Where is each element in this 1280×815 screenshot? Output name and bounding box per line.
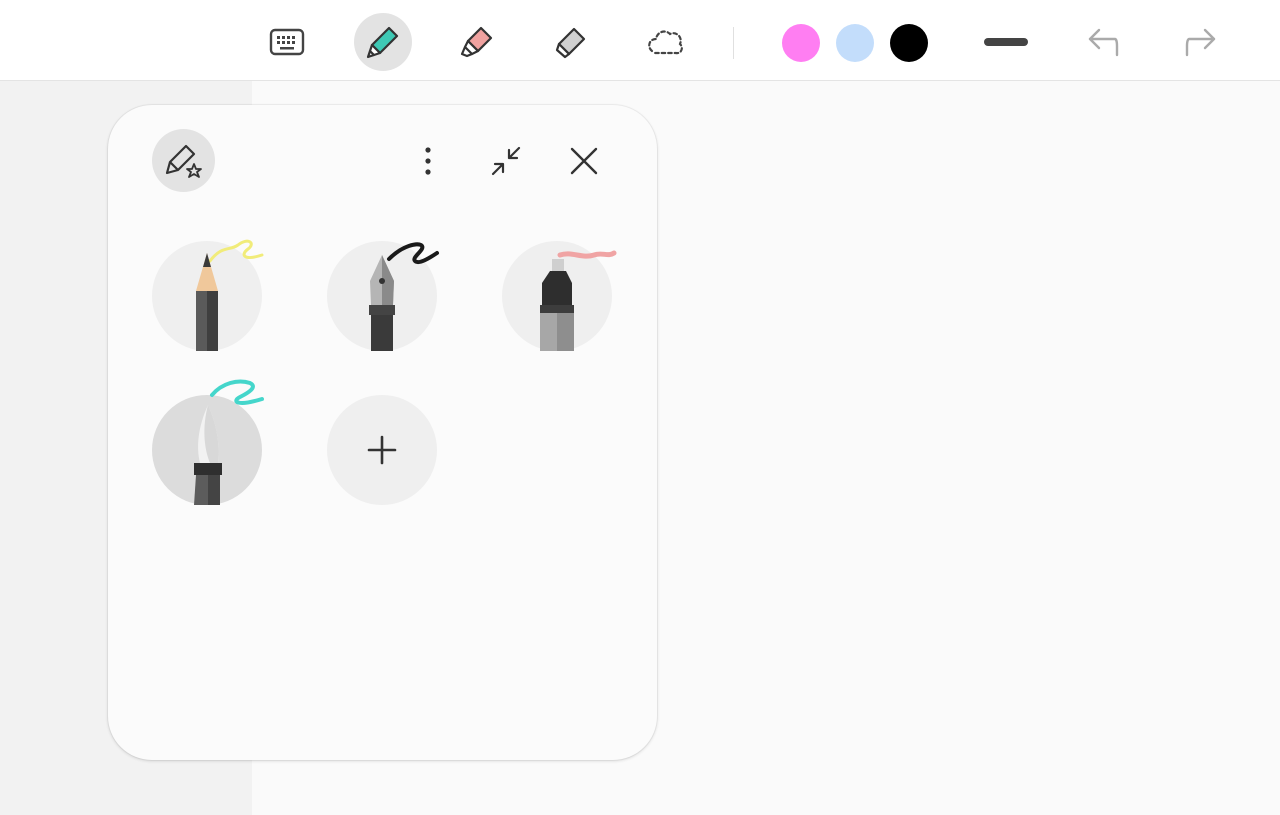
more-options-button[interactable] — [414, 141, 442, 181]
color-swatch-black[interactable] — [890, 24, 928, 62]
pen-icon — [366, 26, 399, 59]
pen-option-marker[interactable] — [502, 241, 617, 351]
lasso-tool-button[interactable] — [637, 13, 695, 71]
color-swatch-pink[interactable] — [782, 24, 820, 62]
collapse-button[interactable] — [486, 141, 526, 181]
toolbar-divider — [733, 27, 734, 59]
eraser-icon — [555, 27, 586, 59]
favorite-pens-icon — [165, 144, 202, 178]
pen-option-pencil[interactable] — [152, 239, 264, 351]
lasso-icon — [648, 30, 683, 55]
more-options-icon — [425, 147, 431, 175]
stroke-width-icon — [984, 38, 1028, 46]
collapse-icon — [491, 146, 521, 176]
toolbar — [0, 0, 1280, 81]
keyboard-icon — [269, 28, 305, 56]
keyboard-button[interactable] — [258, 13, 316, 71]
brush-icon — [194, 379, 264, 505]
close-icon — [570, 147, 598, 175]
stroke-width-button[interactable] — [977, 13, 1035, 71]
redo-button[interactable] — [1172, 13, 1230, 71]
highlighter-icon — [460, 26, 493, 58]
highlighter-tool-button[interactable] — [448, 13, 506, 71]
color-swatch-light-blue[interactable] — [836, 24, 874, 62]
favorite-pens-button[interactable] — [152, 129, 215, 192]
undo-button[interactable] — [1074, 13, 1132, 71]
pen-selection-panel — [108, 105, 657, 760]
marker-icon — [540, 250, 617, 351]
undo-icon — [1088, 28, 1119, 57]
pen-option-fountain-pen[interactable] — [327, 241, 439, 351]
close-button[interactable] — [564, 141, 604, 181]
fountain-pen-icon — [369, 242, 439, 351]
add-pen-icon — [367, 435, 397, 465]
redo-icon — [1185, 28, 1216, 57]
pencil-icon — [196, 239, 264, 351]
eraser-tool-button[interactable] — [542, 13, 600, 71]
pen-tool-button[interactable] — [354, 13, 412, 71]
add-pen-button[interactable] — [327, 395, 437, 505]
pen-option-brush[interactable] — [152, 379, 264, 505]
